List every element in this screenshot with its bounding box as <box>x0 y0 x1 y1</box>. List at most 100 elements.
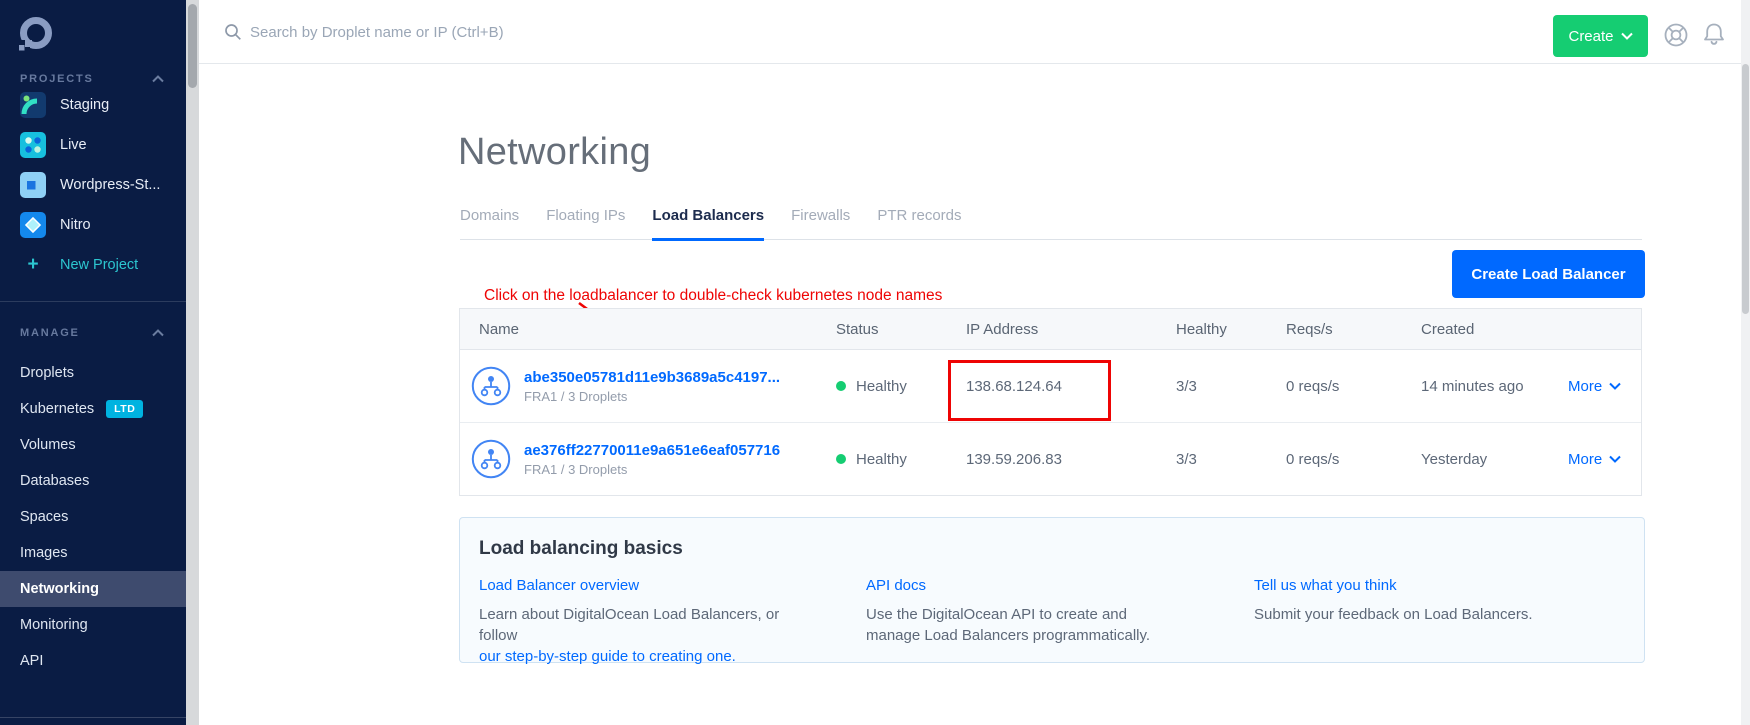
load-balancer-icon <box>471 366 511 406</box>
sidebar-item-label: Staging <box>60 97 109 113</box>
created-cell: 14 minutes ago <box>1421 378 1568 395</box>
chevron-down-icon <box>1621 32 1633 40</box>
basics-column-overview: Load Balancer overview Learn about Digit… <box>479 577 866 667</box>
page-scrollbar[interactable] <box>1741 0 1750 725</box>
chevron-up-icon <box>152 75 164 83</box>
bell-icon[interactable] <box>1700 20 1728 48</box>
step-by-step-guide-link[interactable]: our step-by-step guide to creating one. <box>479 648 736 665</box>
ltd-badge: LTD <box>106 400 143 418</box>
column-header-reqs: Reqs/s <box>1286 321 1421 338</box>
chevron-down-icon <box>1609 455 1621 463</box>
digitalocean-logo-icon <box>16 14 56 54</box>
sidebar-item-volumes[interactable]: Volumes <box>0 427 186 463</box>
api-docs-link[interactable]: API docs <box>866 577 926 594</box>
red-annotation-text: Click on the loadbalancer to double-chec… <box>484 287 942 305</box>
sidebar-item-api[interactable]: API <box>0 643 186 679</box>
sidebar: PROJECTS Staging Live <box>0 0 186 725</box>
basics-text: Learn about DigitalOcean Load Balancers,… <box>479 606 779 644</box>
healthy-count-cell: 3/3 <box>1176 378 1286 395</box>
sidebar-item-images[interactable]: Images <box>0 535 186 571</box>
basics-column-feedback: Tell us what you think Submit your feedb… <box>1254 577 1644 667</box>
more-menu-button[interactable]: More <box>1568 451 1641 468</box>
create-button-label: Create <box>1568 28 1613 45</box>
sidebar-item-kubernetes[interactable]: Kubernetes LTD <box>0 391 186 427</box>
feedback-link[interactable]: Tell us what you think <box>1254 577 1397 594</box>
sidebar-item-droplets[interactable]: Droplets <box>0 355 186 391</box>
column-header-status: Status <box>836 321 966 338</box>
tab-ptr-records[interactable]: PTR records <box>877 207 961 241</box>
chevron-down-icon <box>1609 382 1621 390</box>
plus-icon: + <box>20 254 46 276</box>
column-header-healthy: Healthy <box>1176 321 1286 338</box>
load-balancer-name-cell[interactable]: abe350e05781d11e9b3689a5c4197... FRA1 / … <box>460 366 836 406</box>
sidebar-item-label: API <box>20 653 43 669</box>
table-header-row: Name Status IP Address Healthy Reqs/s Cr… <box>460 309 1641 350</box>
staging-project-icon <box>20 92 46 118</box>
projects-section-header[interactable]: PROJECTS <box>20 72 164 85</box>
load-balancer-name-link[interactable]: ae376ff22770011e9a651e6eaf057716 <box>524 442 780 459</box>
create-load-balancer-button[interactable]: Create Load Balancer <box>1452 250 1645 298</box>
search-icon <box>224 23 242 41</box>
new-project-label: New Project <box>60 257 138 273</box>
basics-column-api: API docs Use the DigitalOcean API to cre… <box>866 577 1254 667</box>
column-header-created: Created <box>1421 321 1568 338</box>
help-icon[interactable] <box>1662 21 1690 49</box>
create-button[interactable]: Create <box>1553 15 1648 57</box>
sidebar-scrollbar[interactable] <box>186 0 199 725</box>
sidebar-item-staging[interactable]: Staging <box>0 85 186 125</box>
sidebar-item-label: Kubernetes <box>20 401 94 417</box>
sidebar-item-networking[interactable]: Networking <box>0 571 186 607</box>
sidebar-divider <box>0 301 186 302</box>
projects-header-label: PROJECTS <box>20 73 94 85</box>
ip-address-cell: 139.59.206.83 <box>966 451 1176 468</box>
digitalocean-logo[interactable] <box>16 14 56 54</box>
healthy-count-cell: 3/3 <box>1176 451 1286 468</box>
more-menu-button[interactable]: More <box>1568 378 1641 395</box>
page-title: Networking <box>458 131 651 174</box>
sidebar-item-label: Droplets <box>20 365 74 381</box>
chevron-up-icon <box>152 329 164 337</box>
sidebar-item-label: Live <box>60 137 87 153</box>
table-row: ae376ff22770011e9a651e6eaf057716 FRA1 / … <box>460 422 1641 495</box>
load-balancer-overview-link[interactable]: Load Balancer overview <box>479 577 639 594</box>
load-balancer-subtitle: FRA1 / 3 Droplets <box>524 389 780 404</box>
sidebar-item-label: Spaces <box>20 509 68 525</box>
tab-bar: Domains Floating IPs Load Balancers Fire… <box>460 207 1642 240</box>
basics-text: Use the DigitalOcean API to create and m… <box>866 604 1176 646</box>
sidebar-item-wordpress[interactable]: Wordpress-St... <box>0 165 186 205</box>
status-label: Healthy <box>856 451 907 468</box>
sidebar-bottom-divider <box>0 717 186 718</box>
healthy-status-dot <box>836 381 846 391</box>
ip-address-cell: 138.68.124.64 <box>966 378 1176 395</box>
load-balancers-table: Name Status IP Address Healthy Reqs/s Cr… <box>459 308 1642 496</box>
tab-load-balancers[interactable]: Load Balancers <box>652 207 764 241</box>
sidebar-item-label: Volumes <box>20 437 76 453</box>
more-label: More <box>1568 451 1602 468</box>
load-balancer-subtitle: FRA1 / 3 Droplets <box>524 462 780 477</box>
sidebar-item-databases[interactable]: Databases <box>0 463 186 499</box>
load-balancer-name-link[interactable]: abe350e05781d11e9b3689a5c4197... <box>524 369 780 386</box>
sidebar-item-label: Databases <box>20 473 89 489</box>
search-input[interactable] <box>248 16 682 48</box>
sidebar-item-monitoring[interactable]: Monitoring <box>0 607 186 643</box>
sidebar-item-spaces[interactable]: Spaces <box>0 499 186 535</box>
tab-firewalls[interactable]: Firewalls <box>791 207 850 241</box>
created-cell: Yesterday <box>1421 451 1568 468</box>
column-header-ip: IP Address <box>966 321 1176 338</box>
page-scrollbar-thumb[interactable] <box>1742 64 1749 314</box>
sidebar-item-nitro[interactable]: Nitro <box>0 205 186 245</box>
sidebar-item-live[interactable]: Live <box>0 125 186 165</box>
new-project-button[interactable]: + New Project <box>0 245 186 285</box>
load-balancer-name-cell[interactable]: ae376ff22770011e9a651e6eaf057716 FRA1 / … <box>460 439 836 479</box>
manage-section-header[interactable]: MANAGE <box>20 326 164 339</box>
sidebar-item-label: Images <box>20 545 68 561</box>
wordpress-project-icon <box>20 172 46 198</box>
load-balancing-basics-panel: Load balancing basics Load Balancer over… <box>459 517 1645 663</box>
table-row: abe350e05781d11e9b3689a5c4197... FRA1 / … <box>460 350 1641 422</box>
nitro-project-icon <box>20 212 46 238</box>
live-project-icon <box>20 132 46 158</box>
tab-domains[interactable]: Domains <box>460 207 519 241</box>
sidebar-scrollbar-thumb[interactable] <box>188 4 197 88</box>
tab-floating-ips[interactable]: Floating IPs <box>546 207 625 241</box>
sidebar-item-label: Monitoring <box>20 617 88 633</box>
